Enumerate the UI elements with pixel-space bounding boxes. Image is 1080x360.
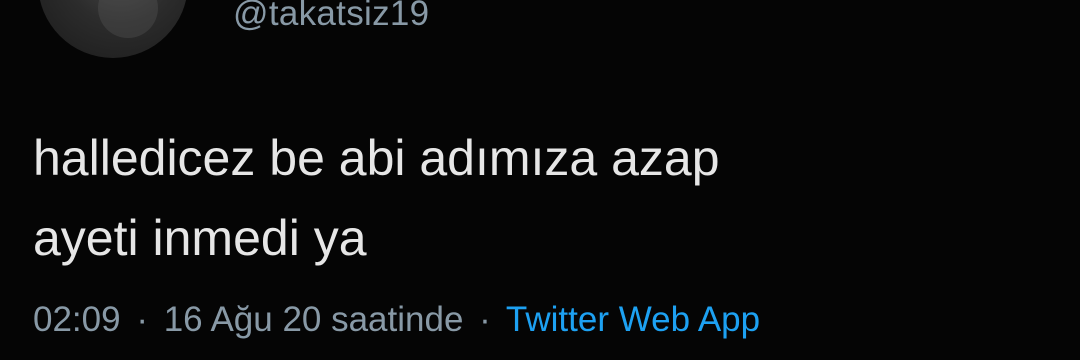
meta-separator-2: · bbox=[479, 300, 491, 339]
user-handle[interactable]: @takatsiz19 bbox=[233, 0, 429, 34]
avatar[interactable] bbox=[38, 0, 188, 58]
tweet-text-line-2: ayeti inmedi ya bbox=[33, 210, 367, 266]
avatar-photo bbox=[98, 0, 158, 38]
tweet-text-line-1: halledicez be abi adımıza azap bbox=[33, 130, 720, 186]
tweet-text: halledicez be abi adımıza azap ayeti inm… bbox=[33, 118, 1033, 278]
tweet-card: @takatsiz19 halledicez be abi adımıza az… bbox=[0, 0, 1080, 360]
tweet-time[interactable]: 02:09 bbox=[33, 300, 121, 339]
tweet-meta: 02:09 · 16 Ağu 20 saatinde · Twitter Web… bbox=[33, 300, 760, 340]
tweet-source-link[interactable]: Twitter Web App bbox=[506, 300, 760, 339]
tweet-date[interactable]: 16 Ağu 20 saatinde bbox=[164, 300, 464, 339]
meta-separator: · bbox=[136, 300, 148, 339]
